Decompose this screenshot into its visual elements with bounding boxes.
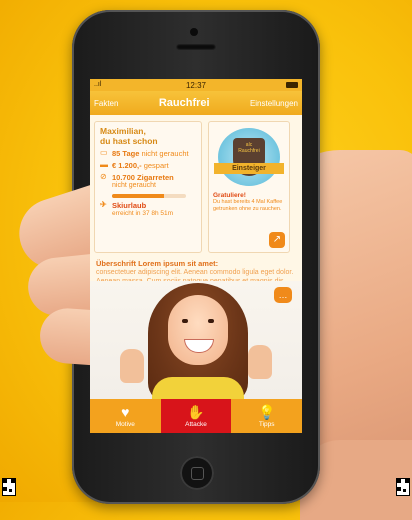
greeting-text: du hast schon (100, 136, 158, 146)
goal-eta: erreicht in 37 8h 51m (112, 210, 174, 217)
congrats-text: Du hast bereits 4 Mal Kaffee getrunken o… (213, 199, 283, 212)
goal-item[interactable]: ✈ Skiurlaub (100, 200, 196, 211)
stat-days-value: 85 Tage (112, 149, 140, 158)
hand-icon: ✋ (187, 403, 205, 420)
photo-face (168, 295, 228, 365)
tab-motive-label: Motive (115, 420, 135, 428)
tab-attacke[interactable]: ✋ Attacke (160, 399, 232, 433)
tab-motive[interactable]: ♥ Motive (90, 399, 161, 433)
stat-money-label: gespart (143, 161, 169, 170)
signal-icon: ..ıl (94, 81, 102, 88)
earpiece-speaker (176, 44, 216, 50)
photo-eye (182, 319, 188, 323)
nav-fakten-button[interactable]: Fakten (94, 99, 118, 108)
ski-icon: ✈ (100, 200, 107, 209)
calendar-icon: ▭ (100, 148, 108, 157)
badge-ribbon: Einsteiger (214, 163, 284, 174)
status-time: 12:37 (185, 80, 207, 90)
front-camera (190, 28, 198, 36)
article-photo (90, 281, 302, 407)
navigation-bar: Fakten Rauchfrei Einstellungen (90, 91, 302, 115)
home-button[interactable] (180, 456, 214, 490)
goal-label: Skiurlaub (112, 201, 147, 210)
photo-eye (208, 319, 214, 323)
no-smoking-icon: ⊘ (100, 172, 107, 181)
status-bar: ..ıl 12:37 (90, 79, 302, 91)
stat-days-label: nicht geraucht (141, 149, 189, 158)
congrats-title: Gratuliere! (213, 192, 246, 199)
tab-attacke-label: Attacke (185, 420, 207, 428)
goal-progress-fill (112, 194, 164, 198)
lightbulb-icon: 💡 (257, 403, 276, 420)
stat-money-value: € 1.200,- (112, 161, 142, 170)
nav-settings-button[interactable]: Einstellungen (250, 99, 298, 108)
dashboard-cards: Maximilian, du hast schon ▭ 85 Tage nich… (90, 115, 302, 255)
qr-code-left (2, 478, 16, 496)
app-screen: ..ıl 12:37 Fakten Rauchfrei Einstellunge… (90, 79, 302, 433)
comment-button[interactable]: … (274, 287, 292, 303)
greeting: Maximilian, du hast schon (100, 126, 196, 146)
money-icon: ▬ (100, 160, 108, 169)
stat-cigarettes-value: 10.700 Zigarreten (112, 173, 174, 182)
photo-thumbs-up (248, 345, 272, 379)
page-title: Rauchfrei (158, 97, 210, 109)
stat-days: ▭ 85 Tage nicht geraucht (100, 148, 196, 159)
qr-code-right (396, 478, 410, 496)
badge-name: Rauchfrei (238, 148, 260, 154)
battery-icon (286, 82, 298, 88)
article-headline: Überschrift Lorem ipsum sit amet: (96, 259, 219, 268)
heart-icon: ♥ (121, 403, 130, 420)
tab-tipps[interactable]: 💡 Tipps (231, 399, 302, 433)
achievement-card: alc Rauchfrei Einsteiger Gratuliere! Du … (208, 121, 290, 253)
stat-cigarettes-label: nicht geraucht (112, 182, 156, 189)
stat-money: ▬ € 1.200,- gespart (100, 160, 196, 171)
share-icon: ↗ (272, 234, 282, 245)
photo-thumbs-up (120, 349, 144, 383)
share-button[interactable]: ↗ (269, 232, 285, 248)
goal-progress-bar (112, 194, 186, 198)
greeting-name: Maximilian, (100, 126, 146, 136)
tab-bar: ♥ Motive ✋ Attacke 💡 Tipps (90, 399, 302, 433)
stats-card: Maximilian, du hast schon ▭ 85 Tage nich… (94, 121, 202, 253)
tab-tipps-label: Tipps (258, 420, 275, 428)
achievement-badge[interactable]: alc Rauchfrei Einsteiger (214, 128, 284, 186)
chat-icon: … (278, 290, 288, 300)
stat-cigarettes: ⊘ 10.700 Zigarreten (100, 172, 196, 183)
